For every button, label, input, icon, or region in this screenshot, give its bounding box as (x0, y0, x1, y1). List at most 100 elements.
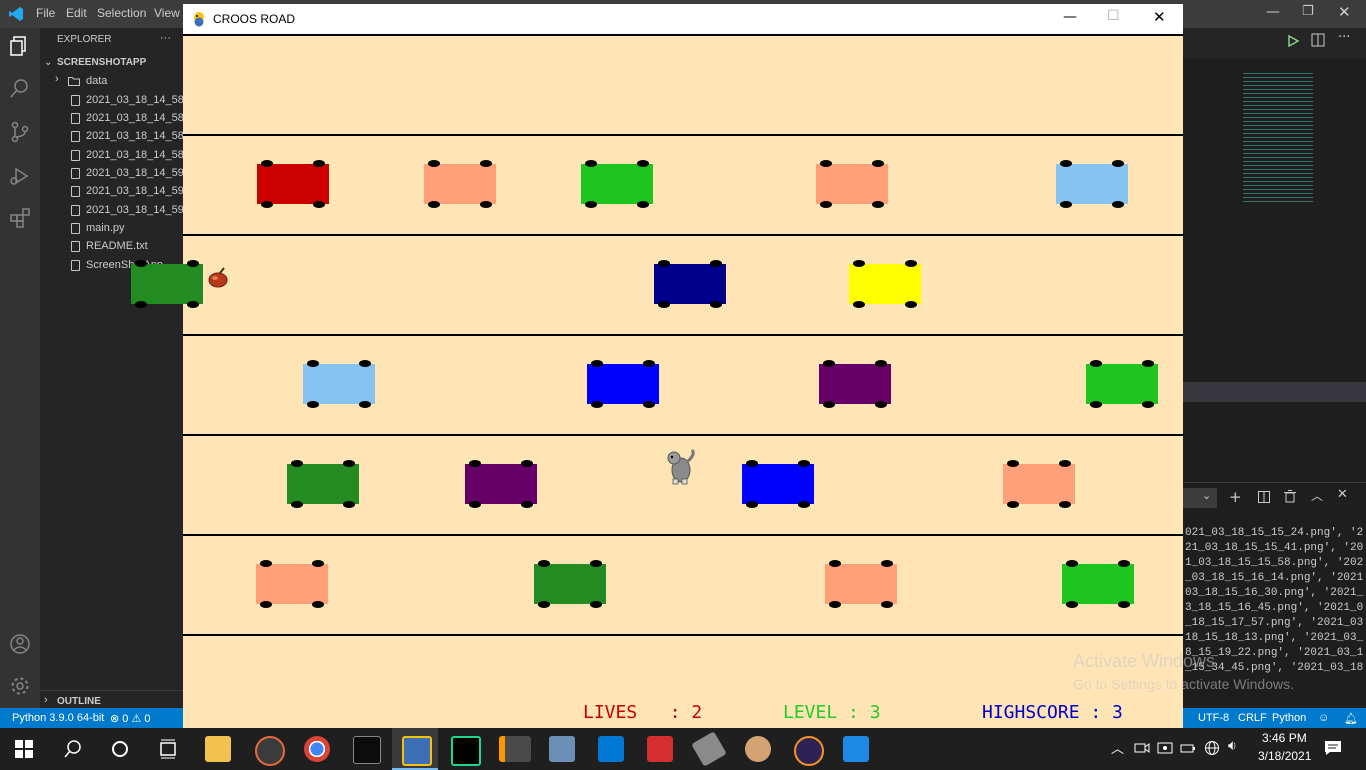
settings-gear-icon[interactable] (8, 674, 32, 698)
meet-now-icon[interactable] (1134, 740, 1150, 756)
chrome-taskbar-icon[interactable] (304, 736, 330, 762)
terminal-dropdown[interactable]: ⌄ (1183, 488, 1217, 508)
tree-item-label: data (86, 75, 108, 87)
acrobat-taskbar-icon[interactable] (647, 736, 673, 762)
paint-taskbar-icon[interactable] (745, 736, 771, 762)
python-taskbar-icon[interactable] (402, 736, 432, 766)
sublime-taskbar-icon[interactable] (499, 736, 531, 762)
tree-item-data-folder[interactable]: › data (40, 72, 183, 90)
problems-status[interactable]: ⊗ 0 ⚠ 0 (110, 712, 150, 725)
trash-icon[interactable] (1284, 490, 1296, 503)
new-terminal-icon[interactable]: + (1229, 488, 1242, 506)
source-control-icon[interactable] (8, 120, 32, 144)
car-wheel (585, 160, 597, 167)
close-panel-icon[interactable]: ✕ (1337, 487, 1348, 502)
eclipse-taskbar-icon[interactable] (794, 736, 824, 766)
encoding-status[interactable]: UTF-8 (1198, 712, 1229, 724)
car-lane-3 (303, 360, 375, 408)
car-wheel (359, 360, 371, 367)
more-actions-icon[interactable]: ··· (1338, 30, 1350, 45)
tree-item-file[interactable]: README.txt (40, 237, 183, 255)
project-root[interactable]: SCREENSHOTAPP (57, 57, 146, 68)
security-icon[interactable] (1157, 740, 1173, 756)
car-wheel (746, 460, 758, 467)
network-globe-icon[interactable] (1204, 740, 1220, 756)
show-hidden-icons-icon[interactable]: ︿ (1111, 738, 1124, 757)
car-wheel (538, 601, 550, 608)
car-lane-3 (819, 360, 891, 408)
feedback-icon[interactable]: ☺ (1318, 712, 1329, 724)
media-player-taskbar-icon[interactable] (255, 736, 285, 766)
tree-item-file[interactable]: 2021_03_18_14_58_... (40, 109, 199, 127)
file-icon (71, 168, 80, 179)
activation-watermark-subtitle: Go to Settings to activate Windows. (1073, 676, 1294, 692)
vscode-restore-icon[interactable]: ❐ (1302, 4, 1314, 19)
notifications-bell-icon[interactable]: 🔔︎ (1344, 712, 1358, 725)
split-terminal-icon[interactable] (1258, 491, 1270, 503)
car-wheel (1090, 360, 1102, 367)
snipping-tool-taskbar-icon[interactable] (549, 736, 575, 762)
run-debug-icon[interactable] (8, 164, 32, 188)
cortana-icon[interactable] (110, 739, 130, 759)
car-wheel (260, 560, 272, 567)
car-lane-4 (465, 460, 537, 508)
car-wheel (261, 160, 273, 167)
minimap-slider[interactable] (1183, 382, 1366, 402)
taskbar-search-icon[interactable] (63, 739, 83, 759)
action-center-icon[interactable] (1324, 740, 1342, 756)
run-icon[interactable] (1286, 34, 1300, 48)
car-wheel (343, 501, 355, 508)
minimap[interactable] (1243, 73, 1313, 203)
car-body (1003, 464, 1075, 504)
split-editor-icon[interactable] (1311, 33, 1325, 47)
line-ending-status[interactable]: CRLF (1238, 712, 1267, 724)
file-explorer-taskbar-icon[interactable] (205, 736, 231, 762)
pycharm-taskbar-icon[interactable] (451, 736, 481, 766)
clock-time[interactable]: 3:46 PM (1262, 731, 1307, 745)
car-body (849, 264, 921, 304)
terminal-taskbar-icon[interactable] (353, 736, 381, 764)
vscode-close-icon[interactable]: ✕ (1338, 3, 1351, 21)
task-view-icon[interactable] (158, 739, 178, 759)
menu-selection[interactable]: Selection (97, 6, 146, 20)
menu-edit[interactable]: Edit (66, 6, 87, 20)
explorer-icon[interactable] (8, 34, 32, 58)
windows-start-icon[interactable] (15, 740, 33, 758)
game-window[interactable]: CROOS ROAD — ☐ ✕ LIVES : 2 LEVEL : 3 HIG… (131, 4, 1183, 728)
volume-icon[interactable]: 🔉︎ (1228, 738, 1237, 754)
car-wheel (905, 301, 917, 308)
photos-taskbar-icon[interactable] (843, 736, 869, 762)
extensions-icon[interactable] (8, 206, 32, 230)
tree-item-file[interactable]: 2021_03_18_14_58_... (40, 146, 199, 164)
car-wheel (1060, 160, 1072, 167)
vscode-minimize-icon[interactable]: — (1266, 4, 1280, 20)
terminal-line: _03_18_15_16_14.png', '2021 (1185, 572, 1364, 584)
car-wheel (291, 501, 303, 508)
maximize-panel-icon[interactable]: ︿ (1311, 487, 1323, 504)
car-wheel (591, 360, 603, 367)
car-wheel (1112, 160, 1124, 167)
chevron-right-icon: › (44, 694, 48, 706)
python-interpreter-status[interactable]: Python 3.9.0 64-bit (12, 712, 104, 724)
car-wheel (823, 360, 835, 367)
vscode-taskbar-icon[interactable] (598, 736, 624, 762)
tree-item-file[interactable]: 2021_03_18_14_58_... (40, 127, 199, 145)
battery-icon[interactable] (1180, 740, 1196, 756)
car-wheel (820, 160, 832, 167)
explorer-more-icon[interactable]: ··· (160, 32, 171, 44)
menu-view[interactable]: View (154, 6, 180, 20)
account-icon[interactable] (8, 632, 32, 656)
car-wheel (521, 501, 533, 508)
tree-item-file[interactable]: 2021_03_18_14_59_... (40, 164, 199, 182)
tree-item-file[interactable]: main.py (40, 219, 183, 237)
chevron-down-icon[interactable]: ⌄ (44, 57, 52, 68)
clock-date[interactable]: 3/18/2021 (1258, 749, 1311, 763)
menu-file[interactable]: File (36, 6, 55, 20)
terminal-line: 18_15_18_13.png', '2021_03_ (1185, 632, 1364, 644)
language-mode-status[interactable]: Python (1272, 712, 1306, 724)
tree-item-file[interactable]: 2021_03_18_14_59_... (40, 201, 199, 219)
outline-section[interactable]: › OUTLINE (40, 690, 183, 709)
tree-item-file[interactable]: 2021_03_18_14_59_... (40, 182, 199, 200)
search-icon[interactable] (8, 76, 32, 100)
tree-item-file[interactable]: 2021_03_18_14_58_... (40, 91, 199, 109)
